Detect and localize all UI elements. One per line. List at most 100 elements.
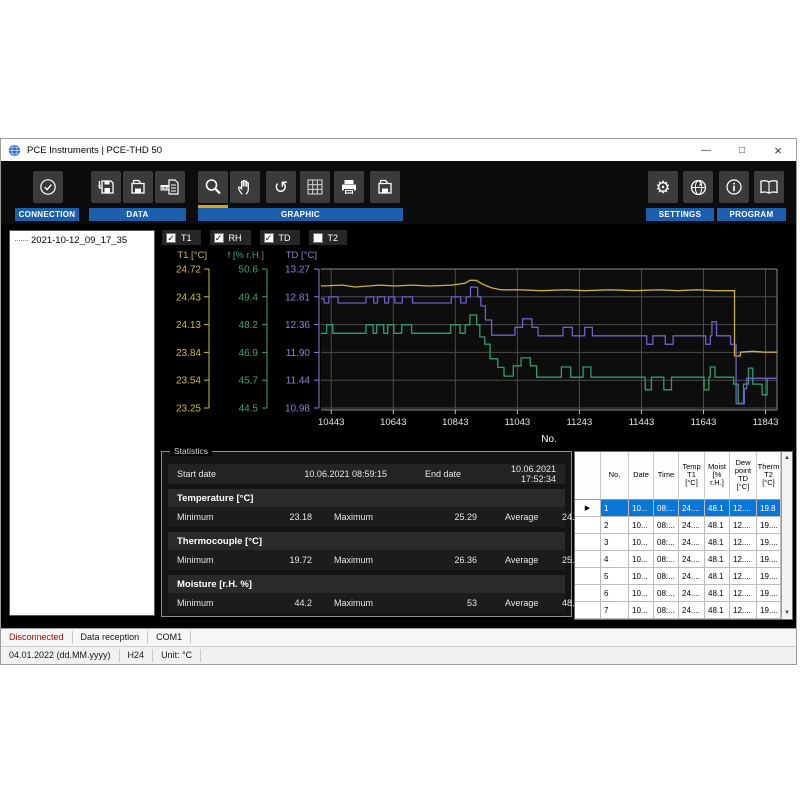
table-cell[interactable]: 10... — [629, 551, 654, 568]
checkbox-td[interactable]: ✓ — [264, 233, 274, 243]
table-cell[interactable]: 48.1 — [705, 500, 730, 517]
legend-chip-t1[interactable]: ✓ T1 — [162, 230, 201, 245]
column-header[interactable]: Moist [% r.H.] — [705, 452, 730, 500]
reset-view-button[interactable]: ↺ — [266, 171, 296, 203]
table-cell[interactable]: 48.1 — [705, 602, 730, 619]
table-cell[interactable]: 12.... — [730, 551, 757, 568]
table-cell[interactable]: 10... — [629, 602, 654, 619]
table-cell[interactable]: 48.1 — [705, 585, 730, 602]
row-marker-cell[interactable] — [575, 585, 601, 602]
column-header[interactable]: Date — [629, 452, 654, 500]
table-cell[interactable]: 48.1 — [705, 551, 730, 568]
print-button[interactable] — [334, 171, 364, 203]
manual-button[interactable] — [754, 171, 784, 203]
table-cell[interactable]: 24.... — [679, 500, 705, 517]
chart[interactable]: T1 [°C]24.7224.4324.1323.8423.5423.25f [… — [161, 245, 793, 450]
row-marker-cell[interactable]: ▶ — [575, 500, 601, 517]
checkbox-t1[interactable]: ✓ — [166, 233, 176, 243]
info-button[interactable] — [719, 171, 749, 203]
table-cell[interactable]: 12.... — [730, 602, 757, 619]
row-marker-cell[interactable] — [575, 551, 601, 568]
table-cell[interactable]: 12.... — [730, 500, 757, 517]
row-marker-cell[interactable] — [575, 534, 601, 551]
legend-chip-t2[interactable]: T2 — [309, 230, 348, 245]
column-header[interactable]: No. — [601, 452, 629, 500]
table-cell[interactable]: 4 — [601, 551, 629, 568]
table-cell[interactable]: 08:... — [654, 534, 679, 551]
grid-toggle-button[interactable] — [300, 171, 330, 203]
table-cell[interactable]: 19.... — [757, 568, 781, 585]
checkbox-rh[interactable]: ✓ — [214, 233, 224, 243]
table-cell[interactable]: 48.1 — [705, 517, 730, 534]
max-label: Maximum — [312, 512, 407, 522]
toolbar: CSV ↺ — [1, 161, 796, 224]
table-cell[interactable]: 24.... — [679, 517, 705, 534]
legend-chip-td[interactable]: ✓ TD — [260, 230, 300, 245]
pan-tool-button[interactable] — [230, 171, 260, 203]
row-marker-cell[interactable] — [575, 568, 601, 585]
table-cell[interactable]: 12.... — [730, 568, 757, 585]
close-button[interactable]: × — [760, 139, 796, 161]
checkbox-t2[interactable] — [313, 233, 323, 243]
table-cell[interactable]: 48.1 — [705, 534, 730, 551]
table-cell[interactable]: 5 — [601, 568, 629, 585]
column-header[interactable]: Dew point TD [°C] — [730, 452, 757, 500]
tick-label-TD: 12.36 — [285, 320, 310, 331]
zoom-tool-button[interactable] — [198, 171, 228, 203]
row-marker-cell[interactable] — [575, 517, 601, 534]
status-bar: Disconnected Data reception COM1 — [1, 628, 796, 646]
tree-item-measurement[interactable]: 2021-10-12_09_17_35 — [12, 235, 152, 246]
table-cell[interactable]: 08:... — [654, 568, 679, 585]
scroll-up-icon[interactable]: ▲ — [784, 455, 790, 461]
table-cell[interactable]: 24.... — [679, 534, 705, 551]
magnifier-icon — [203, 177, 223, 197]
table-cell[interactable]: 19.... — [757, 551, 781, 568]
table-cell[interactable]: 08:... — [654, 551, 679, 568]
row-marker-cell[interactable] — [575, 602, 601, 619]
table-cell[interactable]: 10... — [629, 500, 654, 517]
csv-export-button[interactable]: CSV — [155, 171, 185, 203]
table-cell[interactable]: 48.1 — [705, 568, 730, 585]
table-cell[interactable]: 12.... — [730, 534, 757, 551]
x-tick-label: 11243 — [567, 417, 593, 428]
settings-button[interactable]: ⚙ — [648, 171, 678, 203]
table-scrollbar[interactable]: ▲ ▼ — [781, 452, 792, 619]
table-cell[interactable]: 19.... — [757, 585, 781, 602]
save-data-button[interactable] — [91, 171, 121, 203]
table-cell[interactable]: 10... — [629, 517, 654, 534]
table-cell[interactable]: 10... — [629, 534, 654, 551]
column-header[interactable]: Time — [654, 452, 679, 500]
table-cell[interactable]: 24.... — [679, 602, 705, 619]
table-cell[interactable]: 10... — [629, 568, 654, 585]
legend-chip-rh[interactable]: ✓ RH — [210, 230, 251, 245]
connection-button[interactable] — [33, 171, 63, 203]
language-button[interactable] — [683, 171, 713, 203]
table-cell[interactable]: 08:... — [654, 517, 679, 534]
load-data-button[interactable] — [123, 171, 153, 203]
table-cell[interactable]: 08:... — [654, 585, 679, 602]
table-cell[interactable]: 3 — [601, 534, 629, 551]
tick-label-TD: 11.90 — [286, 348, 311, 359]
table-cell[interactable]: 2 — [601, 517, 629, 534]
maximize-button[interactable]: □ — [724, 139, 760, 161]
table-cell[interactable]: 24.... — [679, 585, 705, 602]
table-cell[interactable]: 12.... — [730, 517, 757, 534]
table-cell[interactable]: 24.... — [679, 551, 705, 568]
column-header[interactable]: Temp T1 [°C] — [679, 452, 705, 500]
table-cell[interactable]: 19.... — [757, 602, 781, 619]
table-cell[interactable]: 19.8 — [757, 500, 781, 517]
table-cell[interactable]: 7 — [601, 602, 629, 619]
minimize-button[interactable]: — — [688, 139, 724, 161]
table-cell[interactable]: 12.... — [730, 585, 757, 602]
table-cell[interactable]: 08:... — [654, 500, 679, 517]
table-cell[interactable]: 24.... — [679, 568, 705, 585]
table-cell[interactable]: 1 — [601, 500, 629, 517]
table-cell[interactable]: 19.... — [757, 517, 781, 534]
table-cell[interactable]: 19.... — [757, 534, 781, 551]
scroll-down-icon[interactable]: ▼ — [784, 610, 790, 616]
save-graphic-button[interactable] — [370, 171, 400, 203]
column-header[interactable]: Therm T2 [°C] — [757, 452, 781, 500]
table-cell[interactable]: 6 — [601, 585, 629, 602]
table-cell[interactable]: 10... — [629, 585, 654, 602]
table-cell[interactable]: 08:... — [654, 602, 679, 619]
